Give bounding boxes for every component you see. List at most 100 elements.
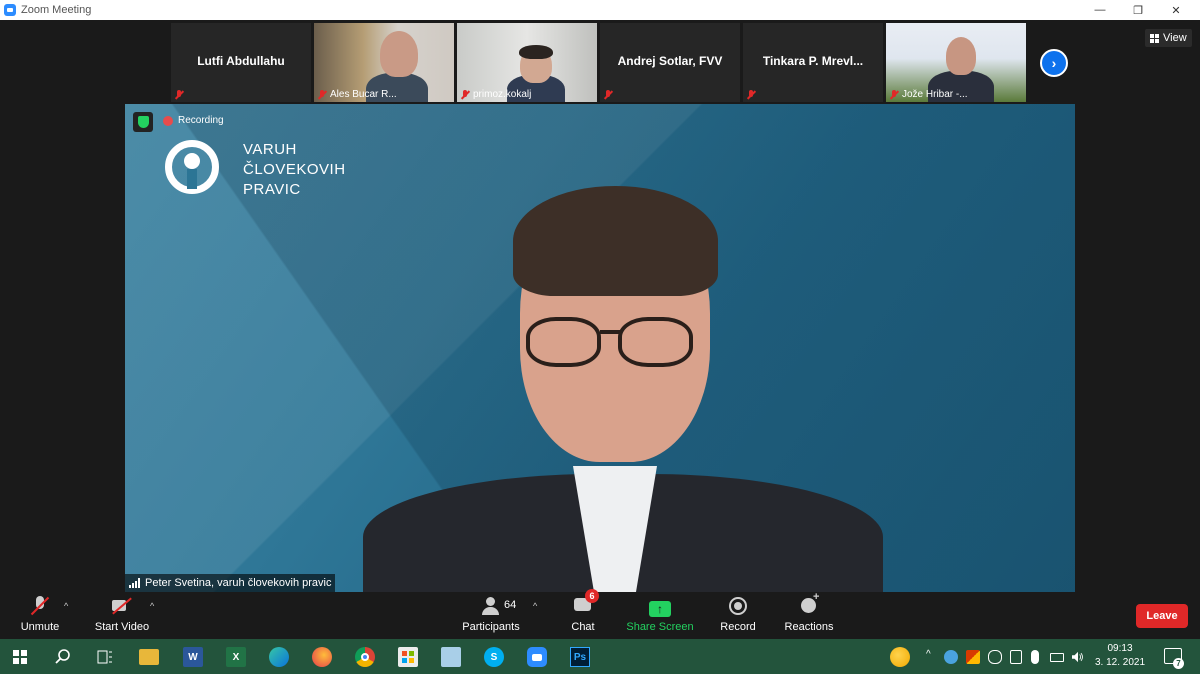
participant-name: Ales Bucar R...: [330, 89, 397, 100]
organization-name: VARUH ČLOVEKOVIH PRAVIC: [243, 140, 346, 200]
zoom-app-icon: [4, 4, 16, 16]
task-view-icon[interactable]: [95, 647, 115, 667]
windows-taskbar: W X S Ps ^ 09:13 3. 12. 2021 7: [0, 639, 1200, 674]
participant-name: Jože Hribar -...: [902, 89, 968, 100]
minimize-button[interactable]: —: [1080, 0, 1120, 20]
active-speaker-video[interactable]: Recording VARUH ČLOVEKOVIH PRAVIC Peter …: [125, 104, 1075, 592]
participant-name: Tinkara P. Mrevl...: [762, 54, 864, 68]
reactions-button[interactable]: Reactions: [782, 591, 836, 639]
meeting-toolbar: Unmute ^ Start Video ^ Participants 64 ^…: [0, 589, 1200, 639]
cloud-icon[interactable]: [988, 650, 1002, 664]
volume-icon[interactable]: [1072, 651, 1084, 663]
participant-tile[interactable]: Jože Hribar -...: [886, 23, 1026, 102]
participant-tile[interactable]: Lutfi Abdullahu: [171, 23, 311, 102]
participant-tile[interactable]: primoz.kokalj: [457, 23, 597, 102]
participant-strip: Lutfi Abdullahu Ales Bucar R... primoz.k…: [171, 23, 1026, 102]
muted-mic-icon: [889, 89, 899, 100]
participants-count: 64: [504, 599, 517, 611]
tray-app-icon[interactable]: [944, 650, 958, 664]
word-icon[interactable]: W: [183, 647, 203, 667]
search-icon[interactable]: [53, 647, 73, 667]
start-video-button[interactable]: Start Video: [90, 595, 154, 639]
reactions-icon: [798, 591, 820, 617]
speaker-glasses: [526, 317, 601, 367]
participants-label: Participants: [462, 621, 520, 633]
zoom-icon[interactable]: [527, 647, 547, 667]
muted-mic-icon: [460, 89, 470, 100]
speaker-glasses: [618, 317, 693, 367]
clock-date: 3. 12. 2021: [1094, 657, 1146, 668]
weather-icon[interactable]: [890, 647, 910, 667]
share-screen-button[interactable]: ↑ Share Screen: [626, 595, 694, 639]
unmute-label: Unmute: [20, 621, 60, 633]
skype-icon[interactable]: S: [484, 647, 504, 667]
audio-options-caret[interactable]: ^: [64, 601, 68, 611]
clock-time: 09:13: [1107, 643, 1133, 654]
video-off-icon: [111, 595, 133, 617]
speaker-hair: [513, 186, 718, 296]
signal-strength-icon: [129, 578, 141, 588]
recording-label: Recording: [178, 115, 224, 126]
notifications-count: 7: [1173, 658, 1184, 669]
view-button[interactable]: View: [1145, 29, 1192, 47]
reactions-label: Reactions: [784, 621, 834, 633]
participant-video: [946, 37, 976, 75]
file-explorer-icon[interactable]: [139, 649, 159, 665]
photoshop-icon[interactable]: Ps: [570, 647, 590, 667]
muted-mic-icon: [603, 90, 613, 100]
participant-tile[interactable]: Tinkara P. Mrevl...: [743, 23, 883, 102]
meeting-area: Lutfi Abdullahu Ales Bucar R... primoz.k…: [0, 20, 1200, 595]
record-icon: [727, 595, 749, 617]
participant-name: primoz.kokalj: [473, 89, 532, 100]
windows-start-icon[interactable]: [10, 647, 30, 667]
show-hidden-icons[interactable]: ^: [926, 649, 931, 660]
chat-icon: 6: [572, 589, 599, 617]
share-screen-icon: ↑: [649, 601, 671, 617]
remote-desktop-icon[interactable]: [441, 647, 461, 667]
video-options-caret[interactable]: ^: [150, 601, 154, 611]
security-shield-icon[interactable]: [133, 112, 153, 132]
title-bar: Zoom Meeting — ❐ ✕: [0, 0, 1200, 20]
recording-dot-icon: [163, 115, 173, 126]
participant-name: Lutfi Abdullahu: [197, 54, 285, 68]
speaker-name: Peter Svetina, varuh človekovih pravic: [145, 577, 332, 589]
share-screen-label: Share Screen: [626, 621, 694, 633]
org-name-line: ČLOVEKOVIH: [243, 161, 346, 178]
store-icon[interactable]: [398, 647, 418, 667]
system-clock[interactable]: 09:13 3. 12. 2021: [1094, 642, 1146, 670]
participants-options-caret[interactable]: ^: [533, 601, 537, 611]
speaker-name-tag: Peter Svetina, varuh človekovih pravic: [125, 574, 336, 592]
muted-mic-icon: [317, 89, 327, 100]
participants-icon: [480, 595, 502, 617]
firefox-icon[interactable]: [312, 647, 332, 667]
muted-mic-icon: [174, 90, 184, 100]
recording-indicator[interactable]: Recording: [163, 115, 224, 126]
unmute-button[interactable]: Unmute: [14, 595, 66, 639]
close-button[interactable]: ✕: [1156, 0, 1196, 20]
participant-name: Andrej Sotlar, FVV: [617, 54, 723, 68]
chat-label: Chat: [571, 621, 595, 633]
record-button[interactable]: Record: [718, 595, 758, 639]
speaker-glasses: [600, 330, 620, 334]
ombudsman-logo: [165, 140, 219, 194]
view-label: View: [1163, 32, 1187, 44]
device-icon[interactable]: [1010, 650, 1022, 664]
participant-tile[interactable]: Andrej Sotlar, FVV: [600, 23, 740, 102]
participant-tile[interactable]: Ales Bucar R...: [314, 23, 454, 102]
edge-icon[interactable]: [269, 647, 289, 667]
org-name-line: PRAVIC: [243, 181, 301, 198]
battery-icon[interactable]: [1050, 653, 1064, 662]
leave-button[interactable]: Leave: [1136, 604, 1188, 628]
chat-button[interactable]: 6 Chat: [564, 589, 602, 639]
grid-icon: [1150, 33, 1159, 43]
chat-unread-badge: 6: [585, 589, 599, 603]
muted-mic-icon: [746, 90, 756, 100]
security-tray-icon[interactable]: [966, 650, 980, 664]
maximize-button[interactable]: ❐: [1118, 0, 1158, 20]
window-title: Zoom Meeting: [21, 4, 92, 16]
chrome-icon[interactable]: [355, 647, 375, 667]
excel-icon[interactable]: X: [226, 647, 246, 667]
record-label: Record: [720, 621, 756, 633]
microphone-tray-icon[interactable]: [1031, 650, 1039, 664]
next-page-button[interactable]: ›: [1040, 49, 1068, 77]
